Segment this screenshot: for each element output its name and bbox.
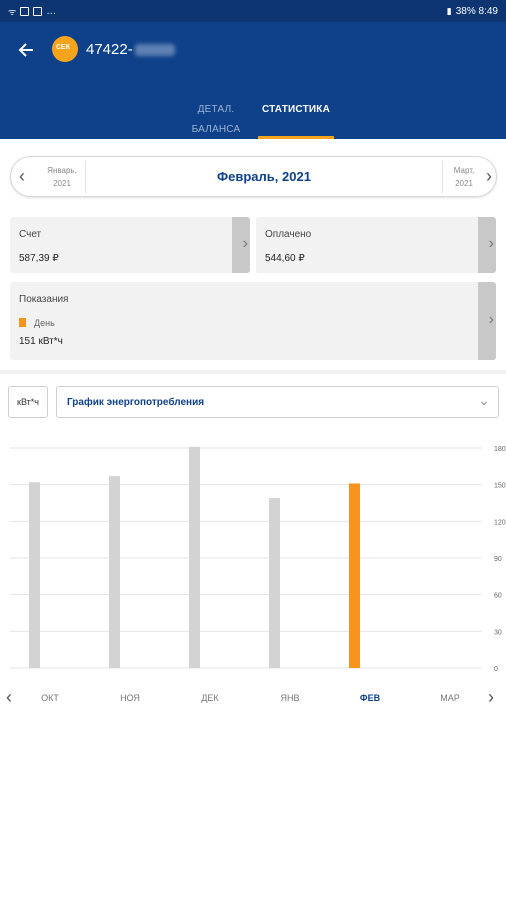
- current-month: Февраль, 2021: [217, 169, 311, 184]
- day-legend-label: День: [34, 318, 55, 328]
- tab-bar: ДЕТАЛ. БАЛАНСА СТАТИСТИКА: [0, 100, 506, 139]
- x-tick-label: НОЯ: [120, 693, 140, 703]
- section-separator: [0, 370, 506, 374]
- company-logo: СЕК: [52, 36, 78, 62]
- status-time: 38% 8:49: [455, 5, 498, 17]
- account-number-text: 47422-: [86, 41, 133, 58]
- graph-type-value: График энергопотребления: [67, 397, 205, 408]
- status-bar-left: ᯤ …: [8, 5, 56, 18]
- chevron-right-icon: ›: [488, 235, 494, 252]
- x-tick-label: МАР: [440, 693, 460, 703]
- readings-label: Показания: [19, 294, 69, 305]
- prev-month-button[interactable]: Январь, 2021: [37, 164, 87, 190]
- card-expand-bar: ›: [478, 282, 496, 360]
- status-bar: ᯤ … ▮ 38% 8:49: [0, 0, 506, 22]
- x-tick-label: ДЕК: [201, 693, 219, 703]
- bill-value: 587,39 ₽: [19, 253, 59, 264]
- day-legend-swatch: [19, 318, 26, 327]
- next-month-label: Март,: [453, 166, 475, 175]
- y-tick-label: 90: [494, 556, 502, 563]
- paid-label: Оплачено: [265, 229, 312, 240]
- graph-type-select[interactable]: График энергопотребления ⌄: [56, 386, 499, 418]
- chart-bar: [109, 476, 120, 668]
- bill-label: Счет: [19, 229, 42, 240]
- divider: [442, 161, 443, 193]
- chevron-left-icon[interactable]: ‹: [19, 166, 25, 187]
- paid-value: 544,60 ₽: [265, 253, 305, 264]
- unit-button[interactable]: кВт*ч: [8, 386, 48, 418]
- chart-svg: 0 30 60 90 120 150 180 ОКТ НОЯ ДЕК ЯНВ ФЕВ МАР: [10, 446, 506, 703]
- chevron-right-icon[interactable]: ›: [486, 166, 492, 187]
- chart-bar: [269, 498, 280, 668]
- x-tick-label: ЯНВ: [280, 693, 299, 703]
- readings-card[interactable]: Показания День 151 кВт*ч ›: [10, 282, 496, 360]
- tab-balance-details[interactable]: ДЕТАЛ. БАЛАНСА: [176, 100, 256, 139]
- prev-month-year: 2021: [53, 179, 71, 188]
- card-expand-bar: ›: [478, 217, 496, 273]
- chevron-right-icon: ›: [242, 235, 248, 252]
- chart-bar: [189, 446, 200, 668]
- prev-month-label: Январь,: [47, 166, 77, 175]
- mail-icon: [33, 6, 43, 16]
- month-selector: ‹ Январь, 2021 Февраль, 2021 Март, 2021 …: [10, 156, 497, 197]
- next-month-year: 2021: [455, 179, 473, 188]
- consumption-chart: 0 30 60 90 120 150 180 ОКТ НОЯ ДЕК ЯНВ ФЕВ МАР: [0, 436, 506, 736]
- y-tick-label: 0: [494, 666, 498, 673]
- active-tab-indicator: [258, 136, 334, 139]
- x-tick-label: ОКТ: [41, 693, 59, 703]
- chevron-down-icon: ⌄: [478, 392, 490, 408]
- more-icon: …: [46, 5, 57, 17]
- wifi-icon: ᯤ: [8, 6, 17, 17]
- app-bar: СЕК 47422- ДЕТАЛ. БАЛАНСА СТАТИСТИКА: [0, 22, 506, 139]
- chart-prev-arrow-icon[interactable]: ‹: [6, 687, 12, 708]
- x-tick-label: ФЕВ: [360, 693, 381, 703]
- y-tick-label: 150: [494, 483, 506, 490]
- chart-next-arrow-icon[interactable]: ›: [488, 687, 494, 708]
- image-icon: [20, 6, 30, 16]
- back-arrow-icon[interactable]: [14, 38, 38, 62]
- tab-statistics-label: СТАТИСТИКА: [261, 104, 331, 115]
- card-expand-bar: ›: [232, 217, 250, 273]
- redacted-blur: [134, 44, 175, 57]
- status-bar-right: ▮ 38% 8:49: [447, 6, 498, 17]
- account-number: 47422-: [86, 41, 175, 58]
- y-tick-label: 60: [494, 593, 502, 600]
- readings-value: 151 кВт*ч: [19, 336, 63, 347]
- y-tick-label: 30: [494, 629, 502, 636]
- chevron-right-icon: ›: [488, 311, 494, 328]
- bill-card[interactable]: Счет 587,39 ₽ ›: [10, 217, 250, 273]
- next-month-button[interactable]: Март, 2021: [444, 164, 484, 190]
- chart-bar: [29, 482, 40, 668]
- y-tick-label: 120: [494, 519, 506, 526]
- paid-card[interactable]: Оплачено 544,60 ₽ ›: [256, 217, 496, 273]
- y-tick-label: 180: [494, 446, 506, 453]
- battery-icon: ▮: [446, 5, 452, 16]
- tab-statistics[interactable]: СТАТИСТИКА: [258, 100, 334, 139]
- chart-bar: [349, 483, 360, 668]
